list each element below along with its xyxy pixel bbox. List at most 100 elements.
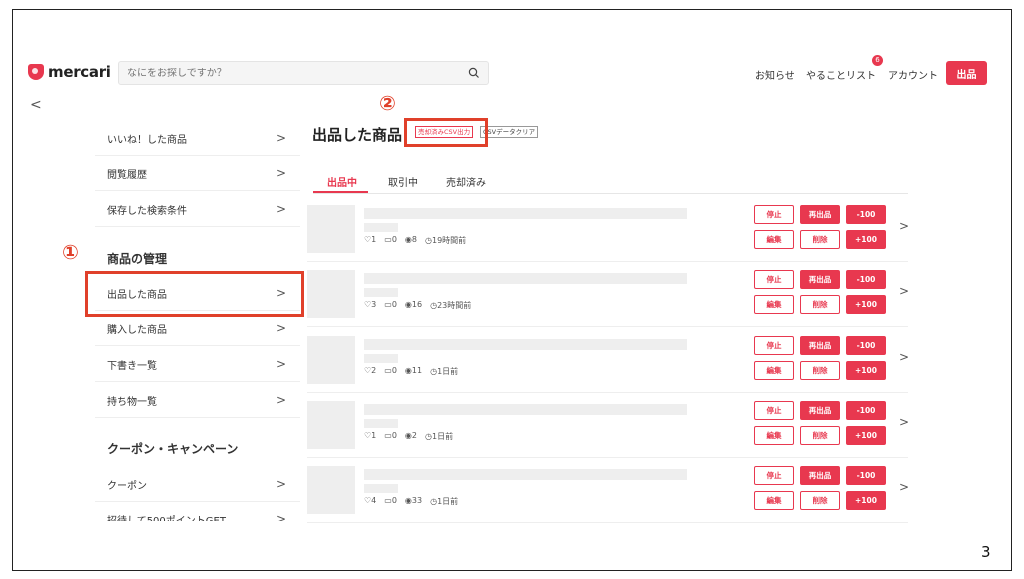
edit-button[interactable]: 編集 (754, 230, 794, 249)
stop-button[interactable]: 停止 (754, 270, 794, 289)
sidebar-item-belongings[interactable]: 持ち物一覧 > (95, 383, 300, 418)
time-stat: ◷19時間前 (425, 235, 466, 246)
listing-row[interactable]: ♡3 ▭0 ◉16 ◷23時間前 停止 再出品 -100 編集 削除 +100 … (307, 264, 909, 327)
stop-button[interactable]: 停止 (754, 336, 794, 355)
views-count: 8 (411, 235, 417, 244)
likes-count: 3 (371, 300, 377, 309)
item-thumbnail[interactable] (307, 270, 355, 318)
chevron-right-icon: > (275, 512, 286, 521)
todo-badge: 6 (872, 55, 883, 66)
price-plus-button[interactable]: +100 (846, 491, 886, 510)
item-thumbnail[interactable] (307, 466, 355, 514)
eye-icon: ◉ (404, 431, 412, 440)
listing-row[interactable]: ♡1 ▭0 ◉2 ◷1日前 停止 再出品 -100 編集 削除 +100 > (307, 395, 909, 458)
likes-count: 2 (371, 366, 377, 375)
price-plus-button[interactable]: +100 (846, 295, 886, 314)
stop-button[interactable]: 停止 (754, 205, 794, 224)
logo-text: mercari (48, 63, 111, 81)
sidebar-item-coupon[interactable]: クーポン > (95, 467, 300, 502)
price-minus-button[interactable]: -100 (846, 336, 886, 355)
listing-row[interactable]: ♡1 ▭0 ◉8 ◷19時間前 停止 再出品 -100 編集 削除 +100 > (307, 199, 909, 262)
relist-button[interactable]: 再出品 (800, 466, 840, 485)
mercari-logo[interactable]: mercari (28, 63, 111, 81)
sidebar-item-liked[interactable]: いいね！した商品 > (95, 121, 300, 156)
item-thumbnail[interactable] (307, 401, 355, 449)
sidebar-item-drafts[interactable]: 下書き一覧 > (95, 347, 300, 382)
time-stat: ◷1日前 (430, 366, 458, 377)
comments-count: 0 (391, 496, 397, 505)
comment-icon: ▭ (384, 496, 392, 505)
comments-stat: ▭0 (384, 300, 397, 311)
chevron-right-icon[interactable]: > (899, 284, 909, 298)
search-icon[interactable] (468, 67, 480, 79)
chevron-right-icon: > (275, 202, 286, 216)
views-count: 11 (411, 366, 423, 375)
section-heading-manage: 商品の管理 (107, 252, 168, 266)
clock-icon: ◷ (425, 432, 432, 441)
sidebar-item-label: 購入した商品 (107, 324, 167, 336)
price-minus-button[interactable]: -100 (846, 270, 886, 289)
delete-button[interactable]: 削除 (800, 426, 840, 445)
price-minus-button[interactable]: -100 (846, 205, 886, 224)
listing-row[interactable]: ♡4 ▭0 ◉33 ◷1日前 停止 再出品 -100 編集 削除 +100 > (307, 460, 909, 523)
tab-in-progress[interactable]: 取引中 (388, 174, 418, 189)
delete-button[interactable]: 削除 (800, 491, 840, 510)
sidebar-item-history[interactable]: 閲覧履歴 > (95, 156, 300, 191)
time-stat: ◷23時間前 (430, 300, 471, 311)
delete-button[interactable]: 削除 (800, 361, 840, 380)
chevron-right-icon: > (275, 477, 286, 491)
price-minus-button[interactable]: -100 (846, 466, 886, 485)
chevron-right-icon[interactable]: > (899, 350, 909, 364)
tab-sold[interactable]: 売却済み (446, 174, 486, 189)
annotation-number-two: ② (379, 91, 396, 115)
comment-icon: ▭ (384, 431, 392, 440)
sidebar-item-saved-search[interactable]: 保存した検索条件 > (95, 192, 300, 227)
delete-button[interactable]: 削除 (800, 230, 840, 249)
likes-stat: ♡1 (364, 235, 376, 246)
relist-button[interactable]: 再出品 (800, 270, 840, 289)
chevron-right-icon[interactable]: > (899, 415, 909, 429)
likes-stat: ♡3 (364, 300, 376, 311)
sidebar-item-label: 持ち物一覧 (107, 396, 157, 408)
back-chevron-icon[interactable]: < (30, 97, 42, 113)
time-ago: 19時間前 (431, 236, 467, 245)
time-stat: ◷1日前 (425, 431, 453, 442)
search-bar[interactable] (118, 61, 489, 85)
price-minus-button[interactable]: -100 (846, 401, 886, 420)
tab-listing[interactable]: 出品中 (327, 174, 357, 189)
chevron-right-icon[interactable]: > (899, 219, 909, 233)
item-stats: ♡1 ▭0 ◉2 ◷1日前 (364, 431, 453, 442)
item-thumbnail[interactable] (307, 336, 355, 384)
stop-button[interactable]: 停止 (754, 466, 794, 485)
price-plus-button[interactable]: +100 (846, 426, 886, 445)
notifications-link[interactable]: お知らせ (755, 67, 795, 82)
relist-button[interactable]: 再出品 (800, 401, 840, 420)
search-input[interactable] (127, 67, 468, 79)
edit-button[interactable]: 編集 (754, 491, 794, 510)
item-title-placeholder (364, 469, 687, 480)
comment-icon: ▭ (384, 300, 392, 309)
edit-button[interactable]: 編集 (754, 295, 794, 314)
annotation-number-one: ① (62, 240, 79, 264)
item-title-placeholder (364, 208, 687, 219)
todo-list-link[interactable]: やることリスト (806, 67, 876, 82)
relist-button[interactable]: 再出品 (800, 205, 840, 224)
comments-stat: ▭0 (384, 431, 397, 442)
views-count: 16 (411, 300, 423, 309)
item-price-placeholder (364, 288, 398, 297)
edit-button[interactable]: 編集 (754, 426, 794, 445)
edit-button[interactable]: 編集 (754, 361, 794, 380)
delete-button[interactable]: 削除 (800, 295, 840, 314)
price-plus-button[interactable]: +100 (846, 361, 886, 380)
relist-button[interactable]: 再出品 (800, 336, 840, 355)
csv-clear-button[interactable]: CSVデータクリア (480, 126, 539, 138)
price-plus-button[interactable]: +100 (846, 230, 886, 249)
sidebar-item-invite[interactable]: 招待して500ポイントGET > (95, 503, 300, 521)
item-thumbnail[interactable] (307, 205, 355, 253)
stop-button[interactable]: 停止 (754, 401, 794, 420)
account-link[interactable]: アカウント (888, 67, 938, 82)
sell-button[interactable]: 出品 (946, 61, 987, 85)
listing-row[interactable]: ♡2 ▭0 ◉11 ◷1日前 停止 再出品 -100 編集 削除 +100 > (307, 330, 909, 393)
views-stat: ◉33 (405, 496, 422, 507)
chevron-right-icon[interactable]: > (899, 480, 909, 494)
